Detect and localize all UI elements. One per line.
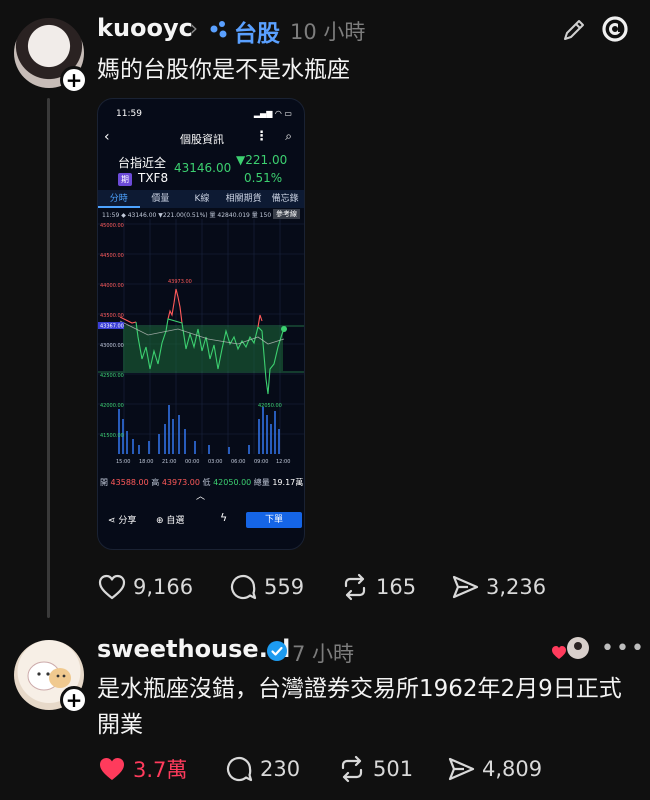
chart-info-line: 11:59 ◆ 43146.00 ▼221.00(0.51%) 量 42840.… [102,212,272,219]
y-tick: 41500.00 [100,433,124,439]
tab-related: 相關期貨 [225,194,262,204]
repost-count: 165 [376,575,417,599]
share-action: ⋖ 分享 [108,516,137,526]
repost-icon [344,573,366,601]
tab-intraday: 分時 [98,190,140,208]
reply-button[interactable]: 230 [224,754,300,784]
like-count: 3.7萬 [133,758,188,782]
comment-icon [230,574,257,600]
tab-kline: K線 [194,194,210,204]
open-value: 43588.00 [110,478,149,487]
reply-text: 是水瓶座沒錯，台灣證券交易所1962年2月9日正式開業 [97,676,622,738]
follow-plus-icon[interactable]: + [60,66,88,94]
x-tick: 18:00 [139,459,153,465]
username[interactable]: kuooyc [97,14,193,42]
stock-code: TXF8 [138,171,169,185]
x-tick: 00:00 [185,459,199,465]
verified-badge-icon [267,641,287,661]
like-button[interactable]: 9,166 [97,572,193,602]
status-icons: ▂▄▆ ◠ ▭ [253,109,292,118]
low-value: 42050.00 [213,478,252,487]
reply-button[interactable]: 559 [228,572,304,602]
more-vertical-icon: ⋮ [255,129,268,144]
liked-by-author-icon [552,637,589,659]
high-annotation: 43973.00 [168,279,192,285]
y-tick: 43367.00 [100,324,124,330]
share-count: 4,809 [482,757,543,781]
heart-filled-icon [100,758,124,780]
x-tick: 03:00 [208,459,222,465]
app-title: 個股資訊 [180,133,224,146]
y-tick: 43500.00 [100,313,124,319]
ohlc-summary: 開 43588.00 高 43973.00 低 42050.00 總量 19.1… [98,477,304,488]
chevron-up-icon: ︿ [196,492,206,502]
reply-count: 559 [264,575,305,599]
like-button[interactable]: 3.7萬 [97,754,187,784]
topic-tag[interactable]: 台股 [234,14,280,48]
comment-icon [226,756,253,782]
chevron-right-icon: › [190,16,198,40]
repost-button[interactable]: 165 [340,572,416,602]
lightning-icon: ϟ [220,511,228,524]
y-tick: 44500.00 [100,253,124,259]
stock-percent: 0.51% [244,171,283,185]
x-tick: 12:00 [276,459,290,465]
x-tick: 09:00 [254,459,268,465]
chart-tabs: 分時 價量 K線 相關期貨 備忘錄 [98,190,304,208]
share-label: 分享 [118,516,137,526]
y-tick: 45000.00 [100,223,124,229]
share-button[interactable]: 4,809 [446,754,542,784]
low-label: 低 [202,478,211,487]
send-icon [448,757,475,781]
watchlist-action: ⊕ 自選 [156,516,185,526]
more-options-icon[interactable]: ••• [601,636,646,661]
edit-icon[interactable] [560,16,588,44]
post-text: 媽的台股你是不是水瓶座 [97,57,350,83]
like-count: 9,166 [133,575,194,599]
low-annotation: 42050.00 [258,403,282,409]
thread-line [47,98,50,618]
repost-count: 501 [373,757,414,781]
y-tick: 42500.00 [100,373,124,379]
stock-change: ▼221.00 [236,153,288,167]
volume-value: 19.17萬 [272,478,304,487]
stock-name: 台指近全 [118,156,167,170]
share-button[interactable]: 3,236 [450,572,546,602]
post-time: 7 小時 [292,642,355,666]
x-tick: 06:00 [231,459,245,465]
share-count: 3,236 [486,575,547,599]
high-value: 43973.00 [161,478,200,487]
search-icon: ⌕ [285,129,292,143]
send-icon [452,575,479,599]
intraday-chart: 45000.00 44500.00 44000.00 43500.00 4336… [98,219,304,465]
x-tick: 21:00 [162,459,176,465]
order-button: 下單 [246,512,302,528]
username[interactable]: sweethouse.sl [97,635,290,663]
repost-button[interactable]: 501 [337,754,413,784]
volume-label: 總量 [253,478,270,487]
open-label: 開 [100,478,108,487]
post-time: 10 小時 [290,20,366,44]
reference-line-button: 參考線 [273,209,300,219]
futures-badge: 期 [118,173,132,186]
post-image[interactable]: 11:59 ▂▄▆ ◠ ▭ ‹ 個股資訊 ⋮ ⌕ 台指近全 期 TXF8 431… [97,98,305,550]
topic-dots-icon [210,21,227,38]
stock-price: 43146.00 [174,161,232,175]
y-tick: 42000.00 [100,403,124,409]
threads-icon[interactable] [600,14,630,44]
reply-count: 230 [260,757,301,781]
y-tick: 44000.00 [100,283,124,289]
repost-icon [341,755,363,783]
status-time: 11:59 [116,109,142,119]
watchlist-label: 自選 [166,516,185,526]
tab-volume: 價量 [151,194,170,204]
x-tick: 15:00 [116,459,130,465]
heart-icon [98,574,126,600]
high-label: 高 [151,478,160,487]
follow-plus-icon[interactable]: + [60,686,88,714]
tab-memo: 備忘錄 [271,194,299,204]
y-tick: 43000.00 [100,343,124,349]
